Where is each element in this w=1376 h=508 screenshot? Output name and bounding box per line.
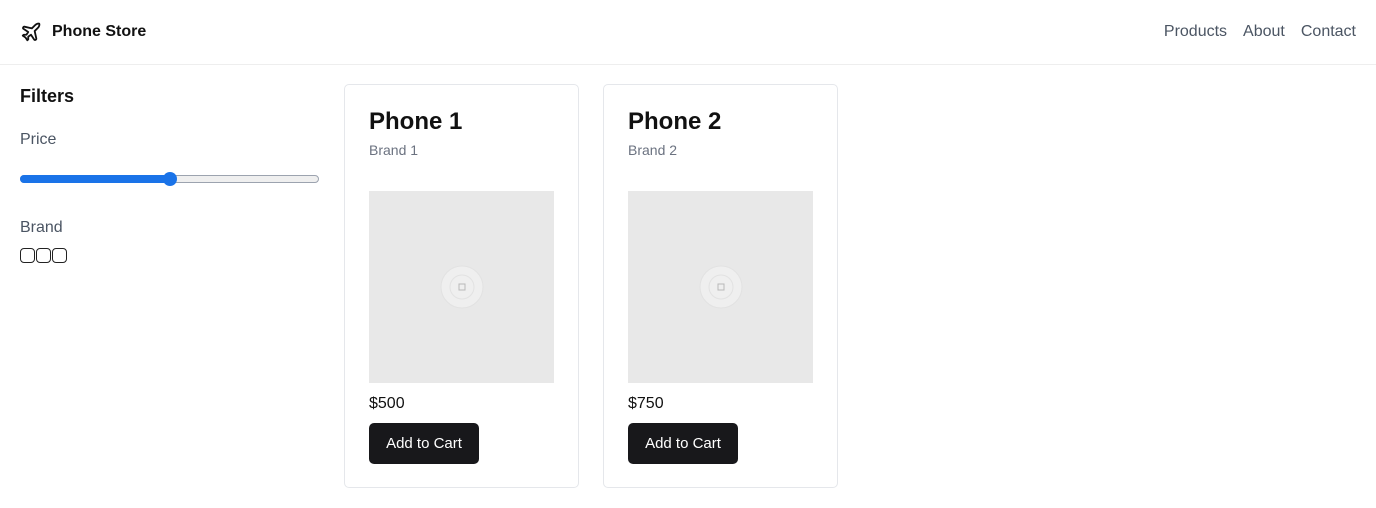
price-slider[interactable] xyxy=(20,172,319,186)
product-image xyxy=(369,191,554,383)
product-name: Phone 2 xyxy=(628,108,722,135)
price-filter-label: Price xyxy=(20,131,57,148)
product-price: $500 xyxy=(369,395,405,412)
plane-icon xyxy=(21,22,41,42)
brand-checkbox-3[interactable] xyxy=(52,248,67,263)
product-price: $750 xyxy=(628,395,664,412)
product-brand: Brand 2 xyxy=(628,142,678,158)
product-card: Phone 1 Brand 1 $500 Add to Cart xyxy=(344,84,579,488)
main-nav: Products About Contact xyxy=(1164,23,1356,41)
top-nav-bar: Phone Store Products About Contact xyxy=(0,0,1376,65)
store-name: Phone Store xyxy=(52,23,147,40)
brand-checkbox-1[interactable] xyxy=(20,248,35,263)
slider-thumb[interactable] xyxy=(163,172,177,186)
filters-sidebar: Filters Price Brand xyxy=(20,86,320,263)
product-card: Phone 2 Brand 2 $750 Add to Cart xyxy=(603,84,838,488)
product-name: Phone 1 xyxy=(369,108,463,135)
broken-image-icon xyxy=(699,265,743,309)
add-to-cart-button[interactable]: Add to Cart xyxy=(369,423,479,464)
add-to-cart-button[interactable]: Add to Cart xyxy=(628,423,738,464)
filters-heading: Filters xyxy=(20,86,75,106)
broken-image-icon xyxy=(440,265,484,309)
brand-checkboxes xyxy=(20,248,67,263)
nav-link-products[interactable]: Products xyxy=(1164,23,1227,41)
product-image xyxy=(628,191,813,383)
nav-link-contact[interactable]: Contact xyxy=(1301,23,1356,41)
brand-filter-label: Brand xyxy=(20,219,63,236)
slider-fill xyxy=(20,175,170,183)
brand[interactable]: Phone Store xyxy=(20,21,146,43)
brand-checkbox-2[interactable] xyxy=(36,248,51,263)
product-brand: Brand 1 xyxy=(369,142,419,158)
nav-link-about[interactable]: About xyxy=(1243,23,1285,41)
